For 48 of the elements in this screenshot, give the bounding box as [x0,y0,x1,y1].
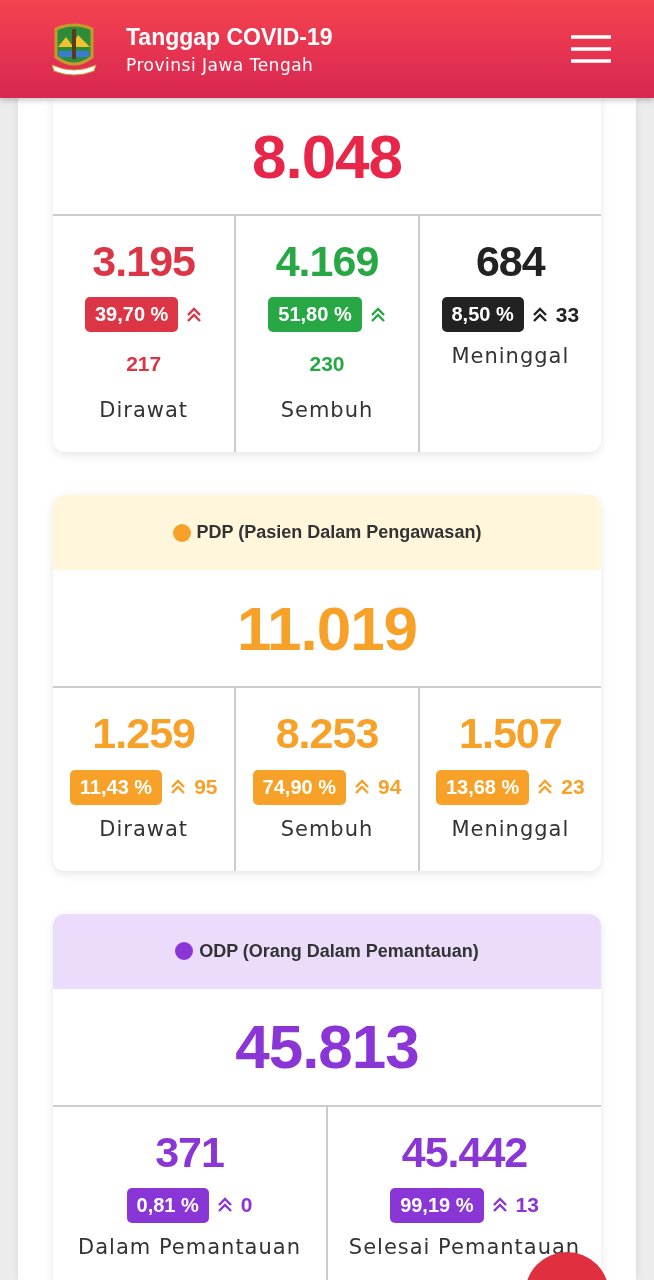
percent-badge: 39,70 % [84,297,179,333]
stat-value: 371 [155,1128,224,1176]
stat-label: Meninggal [451,344,570,369]
double-chevron-up-icon [369,306,386,323]
percent-badge: 0,81 % [126,1187,209,1223]
app-title: Tanggap COVID-19 [126,23,334,51]
total-count: 45.813 [235,1011,419,1083]
double-chevron-up-icon [216,1197,233,1214]
change-count: 94 [378,775,402,800]
stat-label: Sembuh [280,816,374,841]
stat-value: 45.442 [401,1128,528,1176]
change-count: 95 [194,775,218,800]
double-chevron-up-icon [354,779,370,796]
stat-value: 4.169 [275,238,379,286]
stat-label: Dirawat [99,816,189,841]
percent-badge: 8,50 % [441,297,524,333]
stat-label: Meninggal [451,816,570,841]
change-count: 23 [561,775,585,800]
card-title: ODP (Orang Dalam Pemantauan) [199,940,479,962]
double-chevron-up-icon [491,1197,508,1214]
change-count: 217 [126,352,162,377]
percent-badge: 11,43 % [69,769,163,805]
double-chevron-up-icon [531,306,548,323]
percent-badge: 13,68 % [435,769,530,805]
double-chevron-up-icon [170,779,187,796]
stat-value: 8.253 [275,710,379,758]
stat-label: Dirawat [99,398,189,423]
percent-badge: 51,80 % [268,297,362,333]
double-chevron-up-icon [537,779,554,796]
app-subtitle: Provinsi Jawa Tengah [126,54,315,75]
total-count: 8.048 [251,120,403,192]
change-count: 0 [240,1193,253,1218]
percent-badge: 99,19 % [390,1187,484,1223]
percent-badge: 74,90 % [252,769,346,805]
stat-value: 1.259 [92,710,195,758]
total-count: 11.019 [236,592,418,664]
stat-value: 3.195 [92,238,195,286]
stat-value: 684 [475,238,545,286]
stat-label: Selesai Pemantauan [348,1234,581,1259]
change-count: 230 [309,352,345,377]
stat-label: Sembuh [280,398,374,423]
stat-label: Dalam Pemantauan [78,1234,301,1259]
change-count: 13 [515,1193,539,1218]
menu-button[interactable] [570,34,612,64]
double-chevron-up-icon [186,306,203,323]
card-title: PDP (Pasien Dalam Pengawasan) [196,522,482,544]
stat-value: 1.507 [459,710,562,758]
change-count: 33 [555,302,580,327]
